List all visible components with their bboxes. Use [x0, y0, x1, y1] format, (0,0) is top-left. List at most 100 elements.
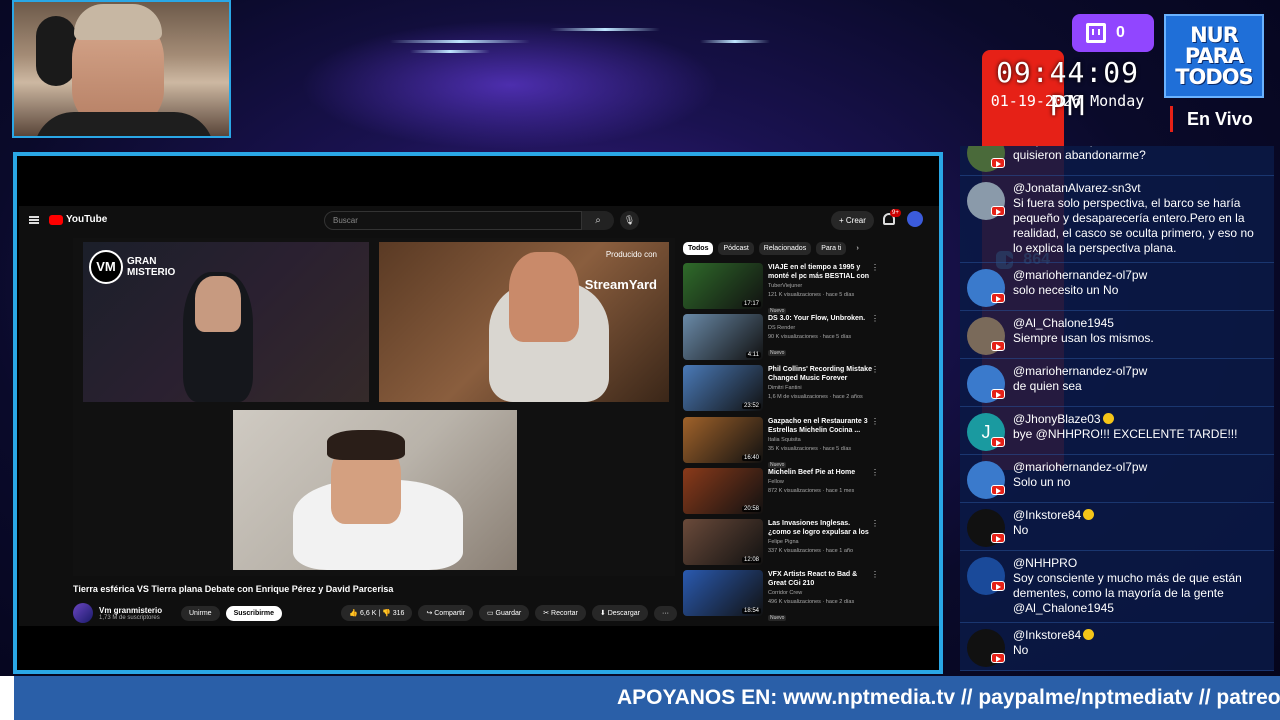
youtube-source-icon — [991, 206, 1005, 216]
recommendation-meta: 35 K visualizaciones · hace 5 días — [768, 445, 852, 452]
download-button[interactable]: ⬇ Descargar — [591, 605, 648, 621]
youtube-source-icon — [991, 653, 1005, 663]
recommendation-channel[interactable]: TuberViejuner — [768, 282, 872, 290]
more-options-icon[interactable]: ⋮ — [871, 314, 879, 323]
ticker-edge — [0, 676, 14, 720]
chat-text: Soy consciente y mucho más de que están … — [1013, 571, 1242, 615]
recommendation-thumbnail[interactable]: 20:58 — [683, 467, 763, 514]
video-duration: 20:58 — [741, 505, 761, 512]
chip-relacionados[interactable]: Relacionados — [758, 242, 812, 255]
recommendation-item[interactable]: 17:17 VIAJÉ en el tiempo a 1995 y monté e… — [683, 263, 879, 314]
chat-text: solo necesito un No — [1013, 283, 1119, 297]
recommendation-channel[interactable]: Corridor Crew — [768, 589, 872, 597]
streamyard-text: StreamYard — [584, 277, 657, 292]
participant-face — [195, 276, 241, 332]
chat-text: de quien sea — [1013, 379, 1082, 393]
recommendation-title[interactable]: Las Invasiones Inglesas. ¿como se logro … — [768, 519, 872, 537]
recommendation-meta: 121 K visualizaciones · hace 5 días — [768, 292, 855, 298]
account-avatar[interactable] — [907, 211, 923, 227]
streamyard-watermark: Producido con StreamYard — [585, 250, 657, 292]
video-participant-3 — [233, 410, 517, 570]
chip-todos[interactable]: Todos — [683, 242, 714, 255]
recommendation-item[interactable]: 4:11 DS 3.0: Your Flow, Unbroken. DS Rende… — [683, 314, 879, 361]
recommendation-info: Las Invasiones Inglesas. ¿como se logro … — [768, 519, 872, 565]
twitch-icon — [1086, 23, 1106, 43]
recommendation-item[interactable]: 16:40 Gazpacho en el Restaurante 3 Estrel… — [683, 416, 879, 468]
more-options-icon[interactable]: ⋮ — [871, 417, 879, 426]
chip-podcast[interactable]: Pódcast — [718, 242, 754, 255]
video-title: Tierra esférica VS Tierra plana Debate c… — [73, 584, 394, 594]
chat-text: comprendí empezaron esos recuerdos, nunc… — [1013, 146, 1258, 162]
recommendation-title[interactable]: DS 3.0: Your Flow, Unbroken. — [768, 314, 872, 323]
background-streak — [390, 40, 530, 43]
stream-date: 01-19-2026 Monday — [990, 92, 1145, 110]
recommendation-title[interactable]: Michelin Beef Pie at Home — [768, 468, 872, 477]
chat-username: @Inkstore84 — [1013, 628, 1266, 643]
youtube-window: YouTube Buscar ⌕ 🎙 + Crear 9+ VM GRAN MI… — [19, 206, 939, 626]
member-badge-icon — [1102, 413, 1114, 424]
filter-chips: Todos Pódcast Relacionados Para ti › — [683, 242, 879, 255]
recommendation-thumbnail[interactable]: 12:08 — [683, 518, 763, 565]
recommendation-meta: 337 K visualizaciones · hace 1 año — [768, 547, 853, 554]
more-options-icon[interactable]: ⋮ — [871, 263, 879, 272]
recommendation-channel[interactable]: Felipe Pigna — [768, 538, 872, 546]
video-player[interactable]: VM GRAN MISTERIO Producido con StreamYar… — [73, 238, 675, 576]
more-options-icon[interactable]: ⋮ — [871, 570, 879, 579]
chips-next-chevron-icon[interactable]: › — [851, 242, 863, 255]
chat-message: @Inkstore84 No — [960, 503, 1274, 551]
chip-para-ti[interactable]: Para ti — [816, 242, 847, 255]
member-badge-icon — [1083, 509, 1095, 520]
recommendation-title[interactable]: VIAJÉ en el tiempo a 1995 y monté el pc … — [768, 263, 872, 281]
new-badge: Nuevo — [768, 461, 787, 468]
search-icon[interactable]: ⌕ — [582, 211, 614, 230]
recommendation-thumbnail[interactable]: 16:40 — [683, 416, 763, 463]
more-options-icon[interactable]: ⋮ — [871, 365, 879, 374]
create-button[interactable]: + Crear — [831, 211, 874, 230]
video-duration: 4:11 — [745, 352, 761, 359]
youtube-source-icon — [991, 389, 1005, 399]
youtube-logo[interactable]: YouTube — [49, 214, 107, 225]
recommendation-channel[interactable]: DS Render — [768, 324, 872, 332]
recommendation-channel[interactable]: Dimitri Fantini — [768, 384, 872, 392]
youtube-play-icon — [49, 214, 63, 225]
recommendations-sidebar: Todos Pódcast Relacionados Para ti › 17:… — [683, 242, 879, 622]
more-options-icon[interactable]: ⋮ — [871, 468, 879, 477]
channel-avatar[interactable] — [73, 603, 93, 623]
save-button[interactable]: ▭ Guardar — [478, 605, 530, 621]
vm-logo-text: GRAN MISTERIO — [127, 256, 176, 278]
search-input[interactable]: Buscar — [324, 211, 582, 230]
stream-clock: 09:44:09 PM — [996, 56, 1139, 122]
screen-share-frame: YouTube Buscar ⌕ 🎙 + Crear 9+ VM GRAN MI… — [13, 152, 943, 674]
more-options-icon[interactable]: ⋮ — [871, 519, 879, 528]
recommendation-thumbnail[interactable]: 23:52 — [683, 365, 763, 412]
ticker-text: APOYANOS EN: www.nptmedia.tv // paypalme… — [617, 686, 1280, 709]
clip-button[interactable]: ✂ Recortar — [535, 605, 586, 621]
microphone-icon[interactable]: 🎙 — [620, 211, 639, 230]
chat-message: @JonatanAlvarez-sn3vt Si fuera solo persp… — [960, 176, 1274, 263]
vm-logo-mark: VM — [89, 250, 123, 284]
recommendation-item[interactable]: 18:54 VFX Artists React to Bad & Great CG… — [683, 570, 879, 622]
like-button[interactable]: 👍 6,6 K | 👎 316 — [341, 605, 413, 621]
recommendation-title[interactable]: Gazpacho en el Restaurante 3 Estrellas M… — [768, 417, 872, 435]
recommendation-title[interactable]: VFX Artists React to Bad & Great CGi 210 — [768, 570, 872, 588]
live-label: En Vivo — [1170, 106, 1253, 132]
recommendation-thumbnail[interactable]: 18:54 — [683, 570, 763, 617]
recommendation-thumbnail[interactable]: 4:11 — [683, 314, 763, 361]
recommendation-item[interactable]: 12:08 Las Invasiones Inglesas. ¿como se l… — [683, 518, 879, 565]
recommendation-item[interactable]: 20:58 Michelin Beef Pie at Home Fellow 872 … — [683, 467, 879, 514]
channel-name[interactable]: Vm granmisterio — [99, 606, 175, 615]
share-button[interactable]: ↪ Compartir — [418, 605, 473, 621]
subscribe-button[interactable]: Suscribirme — [225, 605, 283, 621]
streamer-webcam — [12, 0, 231, 138]
hamburger-menu-icon[interactable] — [29, 216, 39, 224]
recommendation-channel[interactable]: Fellow — [768, 478, 872, 486]
more-actions-icon[interactable]: ··· — [654, 605, 677, 621]
join-button[interactable]: Unirme — [181, 605, 220, 621]
recommendation-item[interactable]: 23:52 Phil Collins' Recording Mistake Cha… — [683, 365, 879, 412]
recommendation-channel[interactable]: Italia Squisita — [768, 436, 872, 444]
clip-label: Recortar — [551, 610, 578, 617]
chat-text: No — [1013, 643, 1029, 657]
video-participant-2: Producido con StreamYard — [379, 242, 669, 402]
recommendation-thumbnail[interactable]: 17:17 — [683, 263, 763, 309]
recommendation-title[interactable]: Phil Collins' Recording Mistake Changed … — [768, 365, 872, 383]
